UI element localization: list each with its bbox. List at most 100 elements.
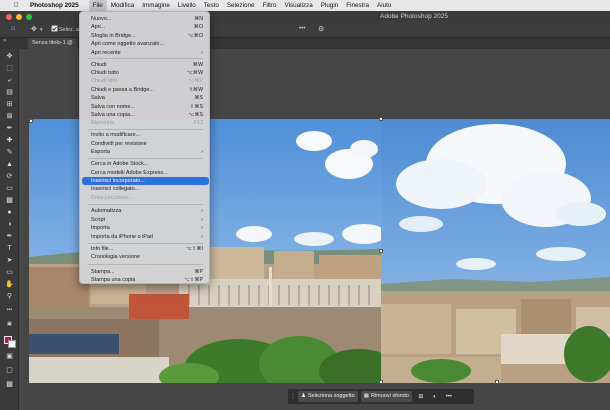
menu-separator <box>88 264 203 265</box>
menu-file[interactable]: File <box>88 0 107 11</box>
edit-toolbar-icon[interactable]: ••• <box>5 306 14 315</box>
transform-handle-bottom[interactable] <box>379 380 383 384</box>
file-menu-item[interactable]: Script › <box>82 216 209 224</box>
select-subject-label: Seleziona soggetto <box>307 393 355 399</box>
quick-mask-icon[interactable]: ▣ <box>5 352 14 361</box>
panel-collapse-toggle[interactable]: » <box>0 38 28 49</box>
share-icon[interactable]: ▩ <box>5 380 14 389</box>
transform-handle-top[interactable] <box>379 117 383 121</box>
object-select-tool-icon[interactable]: ▤ <box>5 88 14 97</box>
frame-tool-icon[interactable]: ⊠ <box>5 112 14 121</box>
zoom-window-button[interactable] <box>26 13 32 20</box>
hand-tool-icon[interactable]: ✋ <box>5 280 14 289</box>
clone-stamp-tool-icon[interactable]: ▲ <box>5 160 14 169</box>
menu-aiuto[interactable]: Aiuto <box>373 0 395 11</box>
select-subject-button[interactable]: ♟ Seleziona soggetto <box>298 391 358 402</box>
minimize-window-button[interactable] <box>16 13 22 20</box>
file-menu-item[interactable]: Inserisci incorporato... <box>82 176 209 186</box>
more-task-icon[interactable]: ••• <box>444 394 454 400</box>
file-menu-item[interactable]: Salva con nome... ⇧⌘S <box>82 103 209 111</box>
eraser-tool-icon[interactable]: ▭ <box>5 184 14 193</box>
auto-select-checkbox[interactable] <box>51 25 58 34</box>
file-menu-item[interactable]: Inserisci collegato... <box>82 185 209 193</box>
zoom-tool-icon[interactable]: ⚲ <box>5 292 14 301</box>
menu-app-name[interactable]: Photoshop 2025 <box>30 2 79 9</box>
blur-tool-icon[interactable]: ● <box>5 208 14 217</box>
rectangle-tool-icon[interactable]: ▭ <box>5 268 14 277</box>
menu-selezione[interactable]: Selezione <box>223 0 259 11</box>
menu-testo[interactable]: Testo <box>200 0 223 11</box>
file-menu-item[interactable]: Invito a modificare... <box>82 131 209 139</box>
file-menu-item-label: Salva <box>91 95 105 102</box>
chevron-down-icon[interactable]: ▾ <box>40 27 43 33</box>
apple-icon[interactable]:  <box>12 2 20 9</box>
adjustment-task-icon[interactable]: ◐ <box>430 394 440 400</box>
move-icon[interactable]: ✥ <box>31 25 37 33</box>
file-menu-item[interactable]: Esporta › <box>82 148 209 156</box>
menu-modifica[interactable]: Modifica <box>107 0 138 11</box>
file-menu-item[interactable]: Apri recente › <box>82 49 209 57</box>
remove-background-button[interactable]: ▦ Rimuovi sfondo <box>360 391 412 402</box>
crop-tool-icon[interactable]: ⊞ <box>5 100 14 109</box>
document-tab[interactable]: Senza titolo-1 @ <box>28 38 77 49</box>
file-menu-item-label: Esporta <box>91 149 110 155</box>
transform-handle[interactable] <box>29 119 33 123</box>
canvas-image-placed[interactable] <box>381 119 610 383</box>
file-menu-item[interactable]: Salva ⌘S <box>82 94 209 102</box>
marquee-tool-icon[interactable]: ⬚ <box>5 64 14 73</box>
file-menu-shortcut: F12 <box>194 120 203 127</box>
file-menu-item[interactable]: Nuovo... ⌘N <box>82 15 209 23</box>
file-menu-item[interactable]: Salva una copia... ⌥⌘S <box>82 111 209 119</box>
file-menu-item[interactable]: Sfoglia in Bridge... ⌥⌘O <box>82 32 209 40</box>
file-menu-item-label: Stampa una copia <box>91 277 136 283</box>
menu-filtro[interactable]: Filtro <box>259 0 281 11</box>
file-menu-item[interactable]: Apri... ⌘O <box>82 23 209 31</box>
brush-tool-icon[interactable]: ✎ <box>5 148 14 157</box>
file-menu-item[interactable]: Cronologia versione <box>82 253 209 261</box>
file-menu-item[interactable]: Stampa... ⌘P <box>82 268 209 276</box>
screen-mode-icon[interactable]: ▢ <box>5 366 14 375</box>
file-menu-item-label: Salva una copia... <box>91 111 135 118</box>
menu-livello[interactable]: Livello <box>174 0 200 11</box>
file-menu-item[interactable]: Info file... ⌥⇧⌘I <box>82 245 209 253</box>
transform-handle-bottom-center[interactable] <box>495 380 499 384</box>
type-tool-icon[interactable]: T <box>5 244 14 253</box>
file-menu-item[interactable]: Chiudi e passa a Bridge... ⇧⌘W <box>82 86 209 94</box>
transform-handle-middle[interactable] <box>379 249 383 253</box>
lasso-tool-icon[interactable]: ⤶ <box>5 76 14 85</box>
menu-separator <box>88 129 203 130</box>
file-menu-item[interactable]: Chiudi ⌘W <box>82 61 209 69</box>
move-tool-icon[interactable]: ✥ <box>5 52 14 61</box>
close-window-button[interactable] <box>6 13 12 20</box>
dodge-tool-icon[interactable]: ◑ <box>5 220 14 229</box>
file-menu-item[interactable]: Stampa una copia ⌥⇧⌘P <box>82 276 209 284</box>
crop-task-icon[interactable]: ⊞ <box>416 393 426 400</box>
gear-icon[interactable]: ⚙ <box>318 25 324 33</box>
file-menu-shortcut: ⌥⌘W <box>186 69 203 76</box>
file-menu-item[interactable]: Cerca modelli Adobe Express... <box>82 169 209 177</box>
background-color-swatch[interactable] <box>8 340 16 348</box>
menu-immagine[interactable]: Immagine <box>138 0 174 11</box>
file-menu-item[interactable]: Apri come oggetto avanzato... <box>82 40 209 48</box>
pen-tool-icon[interactable]: ✒ <box>5 232 14 241</box>
eyedropper-tool-icon[interactable]: ✒ <box>5 124 14 133</box>
drag-handle-icon[interactable]: ⋮ <box>290 393 296 400</box>
file-menu-item[interactable]: Importa da iPhone o iPad › <box>82 233 209 241</box>
menu-finestra[interactable]: Finestra <box>342 0 373 11</box>
menu-plugin[interactable]: Plugin <box>317 0 343 11</box>
file-menu-item[interactable]: Condividi per revisione <box>82 140 209 148</box>
file-menu-item-label: Apri come oggetto avanzato... <box>91 41 165 48</box>
file-menu-item[interactable]: Cerca in Adobe Stock... <box>82 160 209 168</box>
healing-brush-tool-icon[interactable]: ✚ <box>5 136 14 145</box>
file-menu-item[interactable]: Chiudi tutto ⌥⌘W <box>82 69 209 77</box>
file-menu-item[interactable]: Automatizza › <box>82 207 209 215</box>
file-menu-item[interactable]: Importa › <box>82 224 209 232</box>
more-options-icon[interactable]: ••• <box>299 26 305 32</box>
default-colors-icon[interactable]: ▣ <box>5 320 14 329</box>
home-icon[interactable]: ⌂ <box>11 25 15 32</box>
file-menu-item-label: Cerca in Adobe Stock... <box>91 161 149 168</box>
gradient-tool-icon[interactable]: ▩ <box>5 196 14 205</box>
path-selection-tool-icon[interactable]: ➤ <box>5 256 14 265</box>
history-brush-tool-icon[interactable]: ⟳ <box>5 172 14 181</box>
menu-visualizza[interactable]: Visualizza <box>281 0 317 11</box>
